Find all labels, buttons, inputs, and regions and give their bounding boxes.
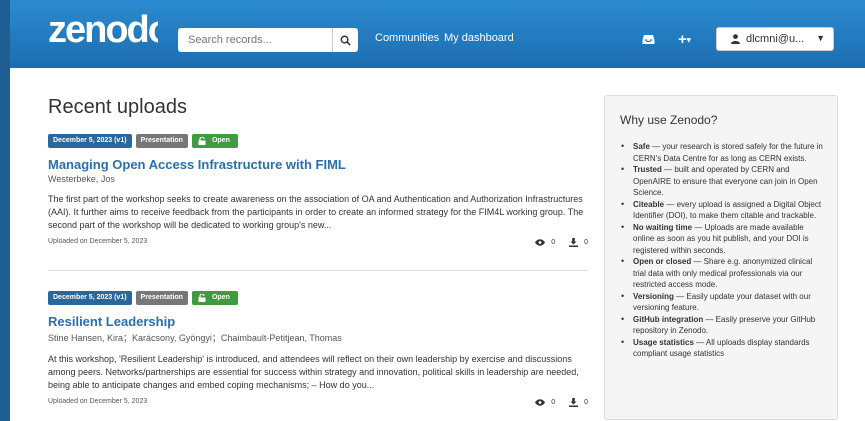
record-stats: 0 0 (535, 238, 588, 247)
zenodo-logo[interactable]: zenodo (48, 10, 158, 50)
feature-term: Citeable (633, 199, 665, 209)
unlock-icon (198, 137, 206, 145)
caret-down-icon: ▼ (816, 33, 825, 43)
feature-item: GitHub integration — Easily preserve you… (621, 314, 827, 337)
plus-icon: + (678, 31, 687, 48)
feature-item: Trusted — built and operated by CERN and… (621, 164, 827, 199)
record-item: December 5, 2023 (v1) Presentation Open … (48, 291, 588, 407)
downloads-count: 0 (584, 239, 588, 246)
downloads-stat: 0 (569, 238, 588, 247)
access-badge[interactable]: Open (191, 134, 238, 148)
feature-item: Versioning — Easily update your dataset … (621, 291, 827, 314)
user-menu-button[interactable]: dlcmni@u... ▼ (716, 27, 834, 51)
unlock-icon (198, 294, 206, 302)
user-icon (731, 34, 740, 44)
version-date-badge[interactable]: December 5, 2023 (v1) (48, 291, 132, 305)
why-zenodo-panel: Why use Zenodo? Safe — your research is … (604, 95, 838, 420)
downloads-count: 0 (584, 399, 588, 406)
feature-item: Usage statistics — All uploads display s… (621, 337, 827, 360)
search-box (178, 28, 358, 52)
feature-term: No waiting time (633, 222, 693, 232)
record-description: At this workshop, 'Resilient Leadership'… (48, 354, 579, 390)
resource-type-badge[interactable]: Presentation (135, 291, 188, 305)
access-badge[interactable]: Open (191, 291, 238, 305)
upload-date: Uploaded on December 5, 2023 (48, 398, 148, 405)
feature-term: Versioning (633, 291, 674, 301)
feature-term: Trusted (633, 165, 662, 174)
feature-item: Safe — your research is stored safely fo… (621, 141, 827, 164)
views-stat: 0 (535, 399, 555, 406)
search-input[interactable] (178, 28, 332, 52)
feature-term: GitHub integration (633, 314, 704, 324)
record-item: December 5, 2023 (v1) Presentation Open … (48, 134, 588, 247)
nav-dashboard-link[interactable]: My dashboard (444, 32, 514, 44)
record-stats: 0 0 (535, 398, 588, 407)
feature-item: Open or closed — Share e.g. anonymized c… (621, 256, 827, 291)
download-icon (569, 398, 579, 407)
page-heading: Recent uploads (48, 96, 187, 118)
access-label: Open (211, 294, 230, 301)
top-navbar: zenodo Communities My dashboard +▾ dlcmn… (10, 0, 865, 68)
eye-icon (535, 399, 546, 406)
feature-term: Safe (633, 142, 650, 151)
record-title-link[interactable]: Managing Open Access Infrastructure with… (48, 157, 588, 172)
left-edge-bar (0, 0, 10, 421)
record-divider (48, 270, 588, 271)
record-footer: Uploaded on December 5, 2023 0 0 (48, 398, 588, 407)
feature-list: Safe — your research is stored safely fo… (621, 141, 827, 360)
svg-text:zenodo: zenodo (48, 10, 158, 50)
feature-term: Open or closed (633, 257, 692, 266)
version-date-badge[interactable]: December 5, 2023 (v1) (48, 134, 132, 148)
record-authors: Stine Hansen, Kira；Karácsony, Gyöngyi；Ch… (48, 333, 342, 343)
resource-type-badge[interactable]: Presentation (135, 134, 188, 148)
feature-item: Citeable — every upload is assigned a Di… (621, 199, 827, 222)
panel-title: Why use Zenodo? (620, 113, 718, 127)
access-label: Open (211, 137, 230, 144)
inbox-button[interactable] (642, 32, 655, 50)
record-authors: Westerbeke, Jos (48, 174, 115, 184)
feature-term: Usage statistics (633, 337, 694, 347)
eye-icon (535, 239, 546, 246)
search-icon (340, 35, 351, 46)
record-title-link[interactable]: Resilient Leadership (48, 314, 588, 329)
record-badges: December 5, 2023 (v1) Presentation Open (48, 291, 588, 305)
feature-item: No waiting time — Uploads are made avail… (621, 222, 827, 257)
record-description: The first part of the workshop seeks to … (48, 194, 584, 230)
record-footer: Uploaded on December 5, 2023 0 0 (48, 238, 588, 247)
download-icon (569, 238, 579, 247)
search-button[interactable] (332, 28, 358, 52)
feature-text: — your research is stored safely for the… (633, 142, 823, 163)
user-email: dlcmni@u... (746, 33, 805, 45)
views-stat: 0 (535, 239, 555, 246)
nav-communities-link[interactable]: Communities (375, 32, 439, 44)
downloads-stat: 0 (569, 398, 588, 407)
record-badges: December 5, 2023 (v1) Presentation Open (48, 134, 588, 148)
views-count: 0 (551, 399, 556, 406)
upload-date: Uploaded on December 5, 2023 (48, 238, 148, 245)
caret-down-icon: ▾ (686, 35, 691, 45)
new-upload-menu[interactable]: +▾ (678, 31, 691, 48)
inbox-icon (642, 35, 655, 44)
views-count: 0 (551, 239, 556, 246)
